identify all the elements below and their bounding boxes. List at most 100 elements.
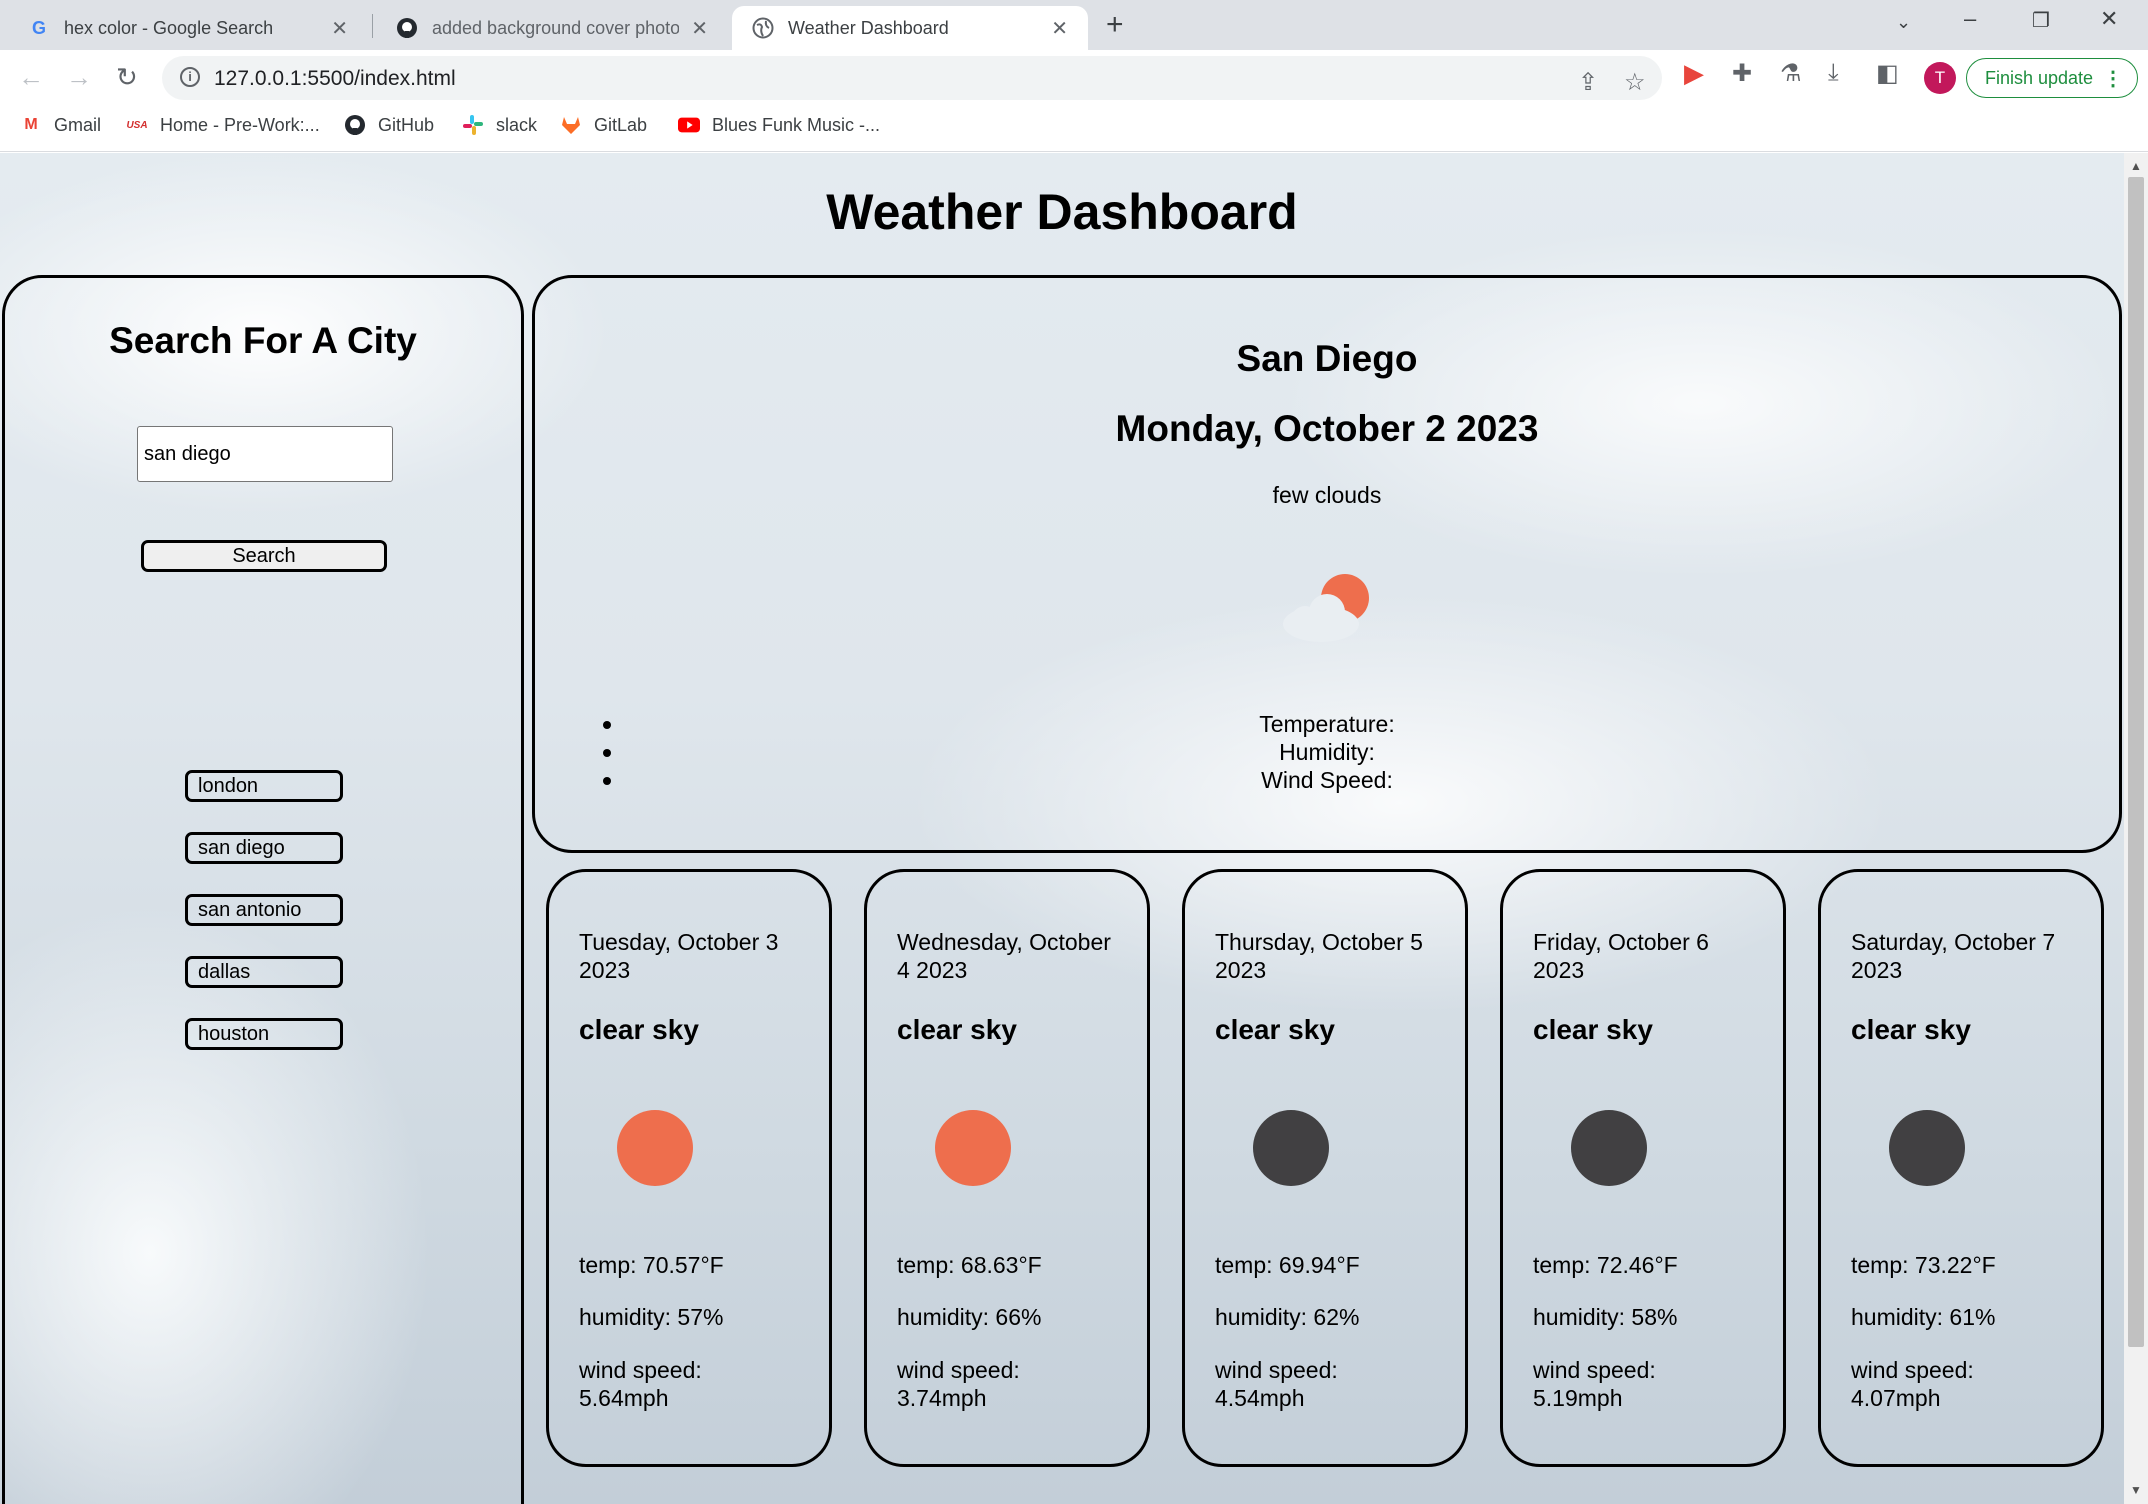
gitlab-icon <box>560 114 582 136</box>
tab-weather-dashboard[interactable]: Weather Dashboard ✕ <box>732 6 1088 50</box>
bullet-icon <box>603 721 611 729</box>
page-title: Weather Dashboard <box>826 184 1298 240</box>
navigation-bar: ← → ↻ i 127.0.0.1:5500/index.html ⇪ ☆ ▶ … <box>0 50 2148 106</box>
bookmark-github[interactable]: GitHub <box>344 114 434 136</box>
current-stats-list: Temperature: Humidity: Wind Speed: <box>535 711 2119 795</box>
forecast-card: Wednesday, October 4 2023 clear sky temp… <box>864 869 1150 1467</box>
current-weather-panel: San Diego Monday, October 2 2023 few clo… <box>532 275 2122 853</box>
share-icon[interactable]: ⇪ <box>1578 68 1598 97</box>
extension-screencast-icon[interactable]: ▶ <box>1684 58 1704 89</box>
gmail-icon: M <box>24 116 38 133</box>
bookmark-gitlab[interactable]: GitLab <box>560 114 647 136</box>
moon-icon <box>1571 1110 1647 1186</box>
github-icon <box>396 17 418 39</box>
forecast-humidity: humidity: 66% <box>897 1304 1042 1330</box>
history-button-houston[interactable]: houston <box>185 1018 343 1050</box>
finish-update-button[interactable]: Finish update ⋮ <box>1966 58 2138 98</box>
forecast-date: Wednesday, October 4 2023 <box>897 929 1111 983</box>
download-icon[interactable]: ⤓ <box>1828 59 1839 87</box>
bookmark-slack[interactable]: slack <box>462 114 537 136</box>
close-window-icon[interactable]: ✕ <box>2100 6 2118 32</box>
humidity-item: Humidity: <box>535 739 2119 767</box>
history-button-dallas[interactable]: dallas <box>185 956 343 988</box>
side-panel-icon[interactable]: ◧ <box>1876 59 1899 88</box>
address-bar[interactable]: i 127.0.0.1:5500/index.html ⇪ ☆ <box>162 56 1662 100</box>
wind-speed-item: Wind Speed: <box>535 767 2119 795</box>
forecast-wind: wind speed: 5.19mph <box>1533 1357 1656 1411</box>
menu-kebab-icon[interactable]: ⋮ <box>2103 66 2123 91</box>
forecast-temp: temp: 73.22°F <box>1851 1252 1996 1278</box>
history-button-san-diego[interactable]: san diego <box>185 832 343 864</box>
page-scrollbar[interactable]: ▲ ▼ <box>2124 153 2148 1504</box>
bookmark-home-prework[interactable]: USA Home - Pre-Work:... <box>126 114 319 136</box>
bookmark-gmail[interactable]: M Gmail <box>20 114 101 136</box>
extensions-puzzle-icon[interactable]: ✚ <box>1732 59 1752 88</box>
forecast-temp: temp: 69.94°F <box>1215 1252 1360 1278</box>
forecast-date: Saturday, October 7 2023 <box>1851 929 2056 983</box>
forecast-temp: temp: 70.57°F <box>579 1252 724 1278</box>
close-icon[interactable]: ✕ <box>1051 16 1068 41</box>
bookmarks-bar: M Gmail USA Home - Pre-Work:... GitHub s… <box>0 106 2148 152</box>
search-panel: Search For A City Search london san dieg… <box>2 275 524 1504</box>
youtube-icon <box>678 114 700 136</box>
scroll-up-icon[interactable]: ▲ <box>2130 159 2142 173</box>
forecast-wind: wind speed: 3.74mph <box>897 1357 1020 1411</box>
forecast-card: Saturday, October 7 2023 clear sky temp:… <box>1818 869 2104 1467</box>
new-tab-button[interactable]: + <box>1106 8 1124 42</box>
current-city: San Diego <box>1236 338 1418 379</box>
bookmark-star-icon[interactable]: ☆ <box>1624 68 1646 97</box>
search-button[interactable]: Search <box>141 540 387 572</box>
current-description: few clouds <box>1272 482 1382 508</box>
usa-icon: USA <box>126 119 148 131</box>
bullet-icon <box>603 777 611 785</box>
bookmark-youtube[interactable]: Blues Funk Music -... <box>678 114 880 136</box>
tab-github[interactable]: added background cover photo ✕ <box>376 6 728 50</box>
forecast-card: Tuesday, October 3 2023 clear sky temp: … <box>546 869 832 1467</box>
history-button-san-antonio[interactable]: san antonio <box>185 894 343 926</box>
forecast-date: Tuesday, October 3 2023 <box>579 929 779 983</box>
url-text[interactable]: 127.0.0.1:5500/index.html <box>214 67 456 91</box>
history-button-london[interactable]: london <box>185 770 343 802</box>
tab-search-icon[interactable]: ⌄ <box>1896 12 1911 33</box>
close-icon[interactable]: ✕ <box>331 16 348 41</box>
few-clouds-day-icon <box>1283 574 1369 642</box>
tab-google-search[interactable]: G hex color - Google Search ✕ <box>8 6 368 50</box>
forecast-humidity: humidity: 61% <box>1851 1304 1996 1330</box>
city-search-input[interactable] <box>137 426 393 482</box>
forecast-temp: temp: 72.46°F <box>1533 1252 1678 1278</box>
forecast-description: clear sky <box>1851 1014 1971 1045</box>
current-date: Monday, October 2 2023 <box>1115 408 1539 449</box>
reload-icon[interactable]: ↻ <box>116 62 138 93</box>
moon-icon <box>1253 1110 1329 1186</box>
scrollbar-thumb[interactable] <box>2128 177 2144 1347</box>
forecast-description: clear sky <box>579 1014 699 1045</box>
forward-icon[interactable]: → <box>66 62 92 93</box>
minimize-icon[interactable]: – <box>1964 6 1976 32</box>
profile-avatar[interactable]: T <box>1924 62 1956 94</box>
forecast-description: clear sky <box>1215 1014 1335 1045</box>
forecast-card: Thursday, October 5 2023 clear sky temp:… <box>1182 869 1468 1467</box>
google-icon: G <box>31 17 46 38</box>
temperature-item: Temperature: <box>535 711 2119 739</box>
restore-icon[interactable]: ❐ <box>2032 8 2050 33</box>
sun-icon <box>935 1110 1011 1186</box>
forecast-description: clear sky <box>1533 1014 1653 1045</box>
forecast-date: Friday, October 6 2023 <box>1533 929 1709 983</box>
forecast-description: clear sky <box>897 1014 1017 1045</box>
github-icon <box>344 114 366 136</box>
back-icon[interactable]: ← <box>18 62 44 93</box>
moon-icon <box>1889 1110 1965 1186</box>
info-icon[interactable]: i <box>180 67 200 87</box>
bullet-icon <box>603 749 611 757</box>
page-viewport: Weather Dashboard Search For A City Sear… <box>0 153 2124 1504</box>
forecast-temp: temp: 68.63°F <box>897 1252 1042 1278</box>
forecast-humidity: humidity: 62% <box>1215 1304 1360 1330</box>
scroll-down-icon[interactable]: ▼ <box>2130 1483 2142 1497</box>
labs-flask-icon[interactable]: ⚗ <box>1780 59 1802 88</box>
forecast-wind: wind speed: 4.07mph <box>1851 1357 1974 1411</box>
slack-icon <box>462 114 484 136</box>
close-icon[interactable]: ✕ <box>691 16 708 41</box>
sun-icon <box>617 1110 693 1186</box>
forecast-wind: wind speed: 5.64mph <box>579 1357 702 1411</box>
globe-icon <box>752 17 774 39</box>
